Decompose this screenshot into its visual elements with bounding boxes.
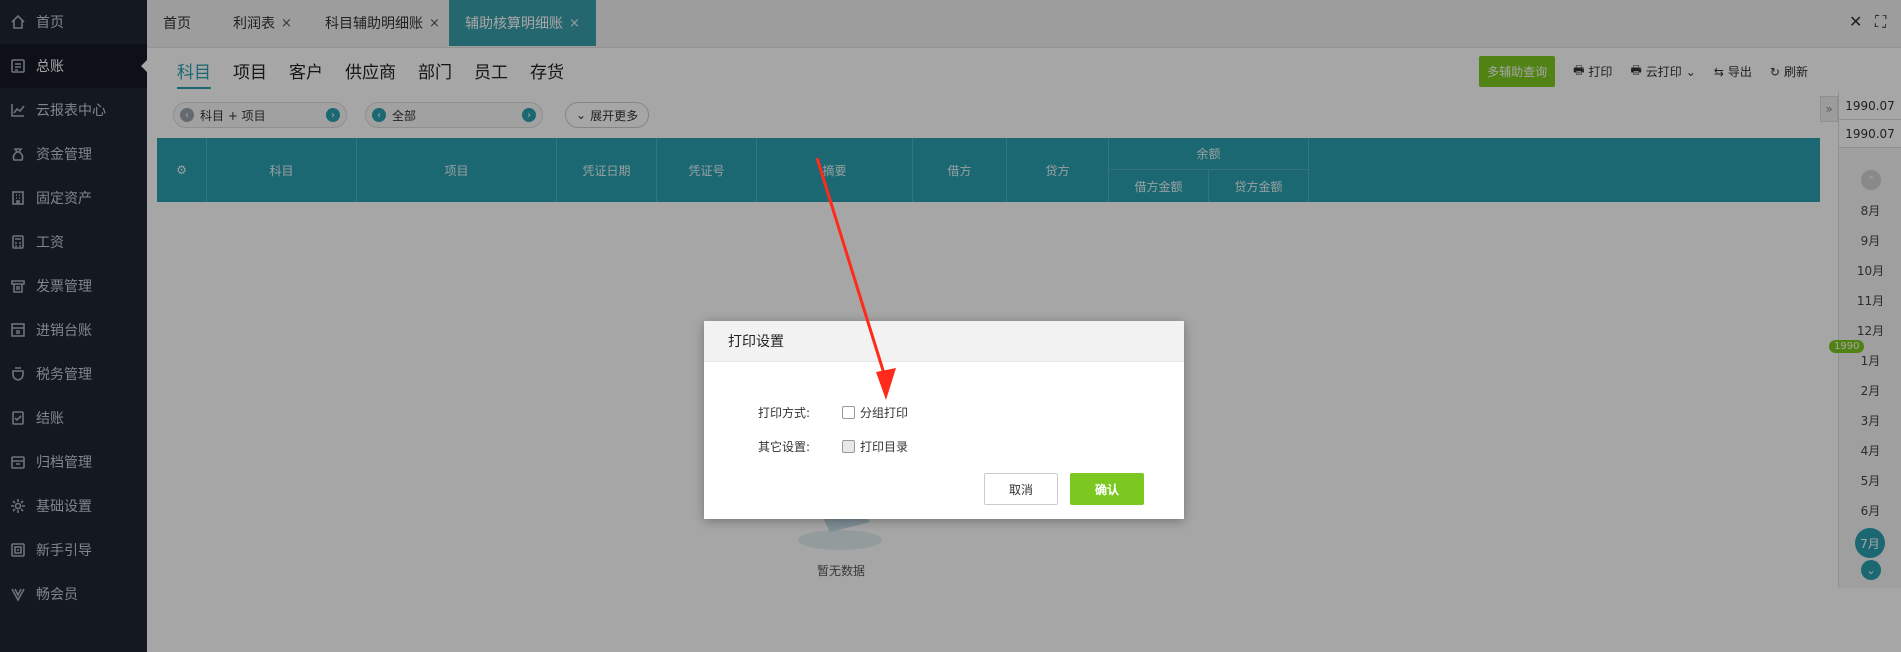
- group-print-label: 分组打印: [860, 406, 909, 420]
- other-settings-label: 其它设置:: [758, 440, 811, 454]
- other-settings-row: 其它设置: 打印目录: [758, 438, 908, 455]
- print-catalog-label: 打印目录: [860, 440, 909, 454]
- dialog-title: 打印设置: [704, 321, 1184, 362]
- print-mode-label: 打印方式:: [758, 406, 811, 420]
- group-print-checkbox[interactable]: [842, 406, 855, 419]
- print-mode-row: 打印方式: 分组打印: [758, 404, 908, 421]
- confirm-button[interactable]: 确认: [1070, 473, 1144, 505]
- cancel-button[interactable]: 取消: [984, 473, 1058, 505]
- print-settings-dialog: 打印设置 打印方式: 分组打印 其它设置: 打印目录 取消 确认: [704, 321, 1184, 519]
- print-catalog-checkbox[interactable]: [842, 440, 855, 453]
